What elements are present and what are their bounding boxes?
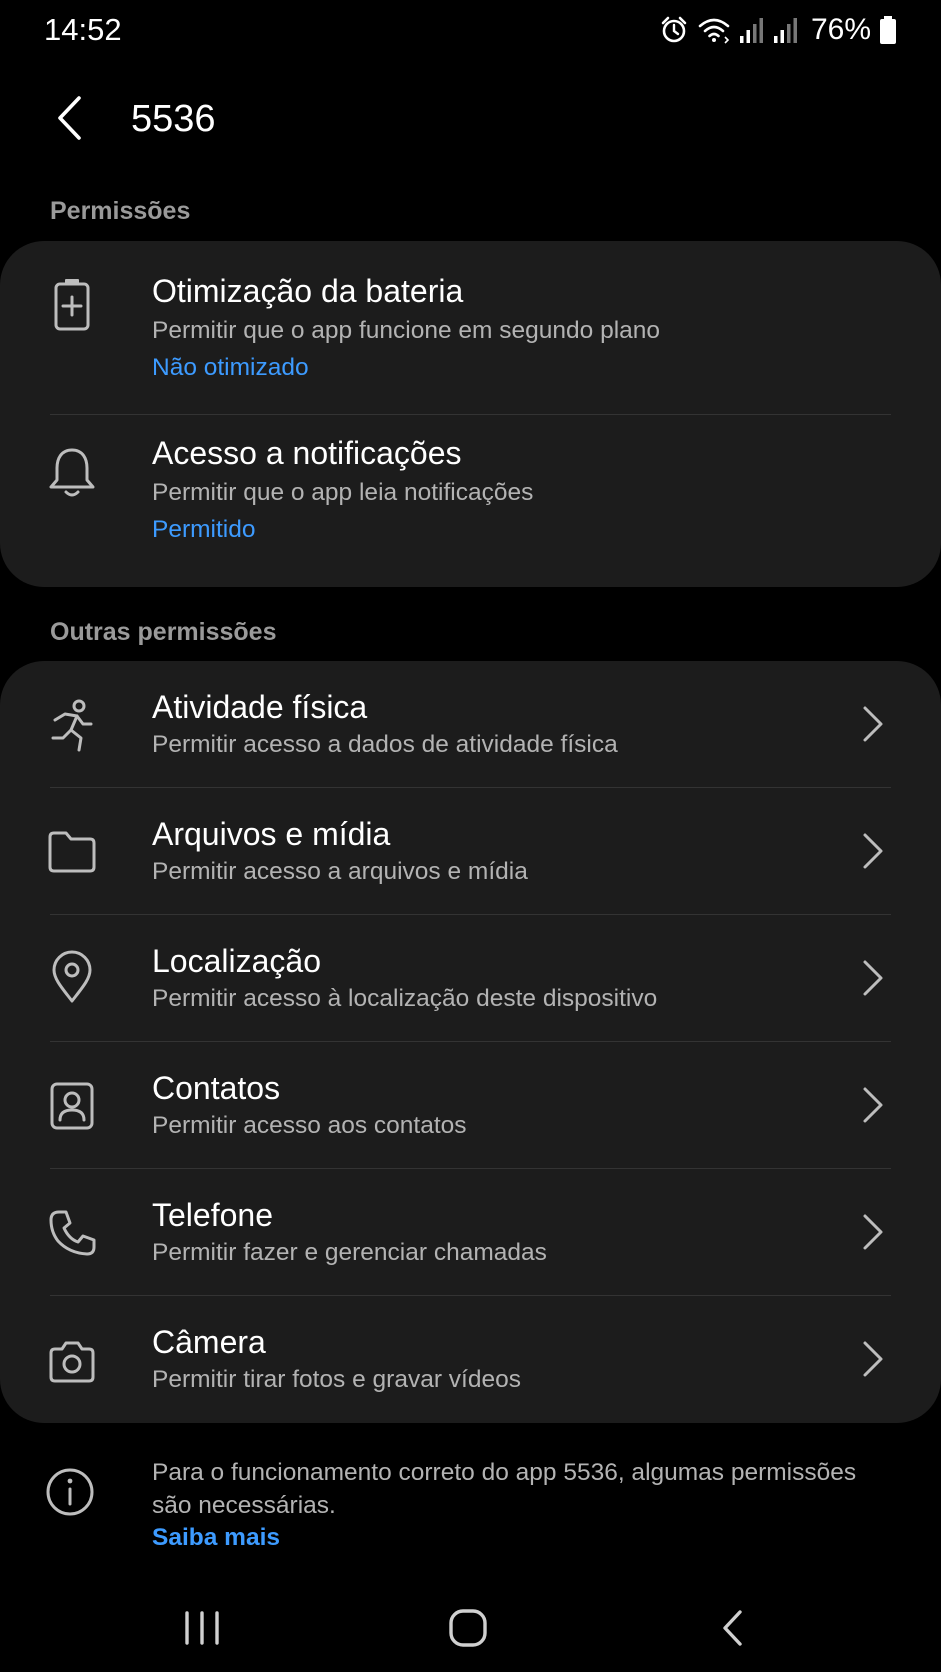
battery-icon	[879, 15, 897, 45]
other-permissions-card: Atividade física Permitir acesso a dados…	[0, 661, 941, 1423]
status-icons: 76%	[659, 12, 897, 48]
permission-subtitle: Permitir acesso aos contatos	[152, 1112, 467, 1139]
recents-button[interactable]	[152, 1600, 252, 1660]
home-icon	[448, 1608, 488, 1653]
chevron-right-icon	[855, 1207, 891, 1257]
signal-icon	[739, 16, 765, 44]
learn-more-link[interactable]: Saiba mais	[152, 1524, 280, 1552]
camera-icon	[44, 1334, 100, 1390]
permission-subtitle: Permitir que o app funcione em segundo p…	[152, 317, 661, 344]
contact-card-icon	[44, 1078, 100, 1134]
alarm-icon	[659, 15, 689, 45]
section-header-permissions: Permissões	[50, 197, 191, 225]
permission-item-files-media[interactable]: Arquivos e mídia Permitir acesso a arqui…	[0, 788, 941, 914]
permission-item-battery[interactable]: Otimização da bateria Permitir que o app…	[0, 241, 941, 413]
permission-item-location[interactable]: Localização Permitir acesso à localizaçã…	[0, 915, 941, 1041]
permission-subtitle: Permitir acesso à localização deste disp…	[152, 985, 658, 1012]
permission-title: Otimização da bateria	[152, 273, 464, 309]
battery-plus-icon	[44, 276, 100, 332]
permission-subtitle: Permitir acesso a dados de atividade fís…	[152, 731, 618, 758]
permission-title: Acesso a notificações	[152, 435, 462, 471]
permission-status: Não otimizado	[152, 354, 309, 381]
permission-title: Localização	[152, 943, 321, 979]
permission-title: Câmera	[152, 1324, 266, 1360]
back-icon	[720, 1609, 744, 1652]
footer-info: Para o funcionamento correto do app 5536…	[0, 1450, 941, 1570]
permission-title: Atividade física	[152, 689, 368, 725]
permission-item-phone[interactable]: Telefone Permitir fazer e gerenciar cham…	[0, 1169, 941, 1295]
page-title: 5536	[131, 98, 216, 140]
permission-status: Permitido	[152, 516, 256, 543]
navigation-bar	[0, 1600, 941, 1672]
chevron-right-icon	[855, 1334, 891, 1384]
info-icon	[44, 1466, 100, 1522]
footer-text: Para o funcionamento correto do app 5536…	[152, 1459, 857, 1519]
permissions-card: Otimização da bateria Permitir que o app…	[0, 241, 941, 587]
app-bar: 5536	[0, 70, 941, 170]
chevron-right-icon	[855, 953, 891, 1003]
bell-icon	[44, 445, 100, 501]
permission-subtitle: Permitir que o app leia notificações	[152, 479, 534, 506]
permission-item-notifications[interactable]: Acesso a notificações Permitir que o app…	[0, 415, 941, 587]
back-button[interactable]	[40, 90, 100, 150]
permission-title: Telefone	[152, 1197, 273, 1233]
chevron-right-icon	[855, 699, 891, 749]
nav-back-button[interactable]	[682, 1600, 782, 1660]
status-bar: 14:52 76%	[0, 0, 941, 60]
folder-icon	[44, 824, 100, 880]
permission-title: Contatos	[152, 1070, 281, 1106]
permission-subtitle: Permitir fazer e gerenciar chamadas	[152, 1239, 547, 1266]
phone-icon	[44, 1205, 100, 1261]
permission-subtitle: Permitir tirar fotos e gravar vídeos	[152, 1366, 521, 1393]
chevron-right-icon	[855, 826, 891, 876]
battery-percent: 76%	[810, 13, 871, 46]
location-pin-icon	[44, 949, 100, 1005]
signal-icon	[773, 16, 799, 44]
wifi-icon	[697, 15, 731, 45]
status-time: 14:52	[44, 12, 122, 47]
permission-item-camera[interactable]: Câmera Permitir tirar fotos e gravar víd…	[0, 1296, 941, 1423]
running-person-icon	[44, 697, 100, 753]
home-button[interactable]	[418, 1600, 518, 1660]
permission-item-physical-activity[interactable]: Atividade física Permitir acesso a dados…	[0, 661, 941, 787]
permission-subtitle: Permitir acesso a arquivos e mídia	[152, 858, 528, 885]
recents-icon	[183, 1610, 221, 1650]
back-arrow-icon	[55, 95, 85, 146]
chevron-right-icon	[855, 1080, 891, 1130]
section-header-other-permissions: Outras permissões	[50, 618, 277, 646]
permission-item-contacts[interactable]: Contatos Permitir acesso aos contatos	[0, 1042, 941, 1168]
permission-title: Arquivos e mídia	[152, 816, 391, 852]
